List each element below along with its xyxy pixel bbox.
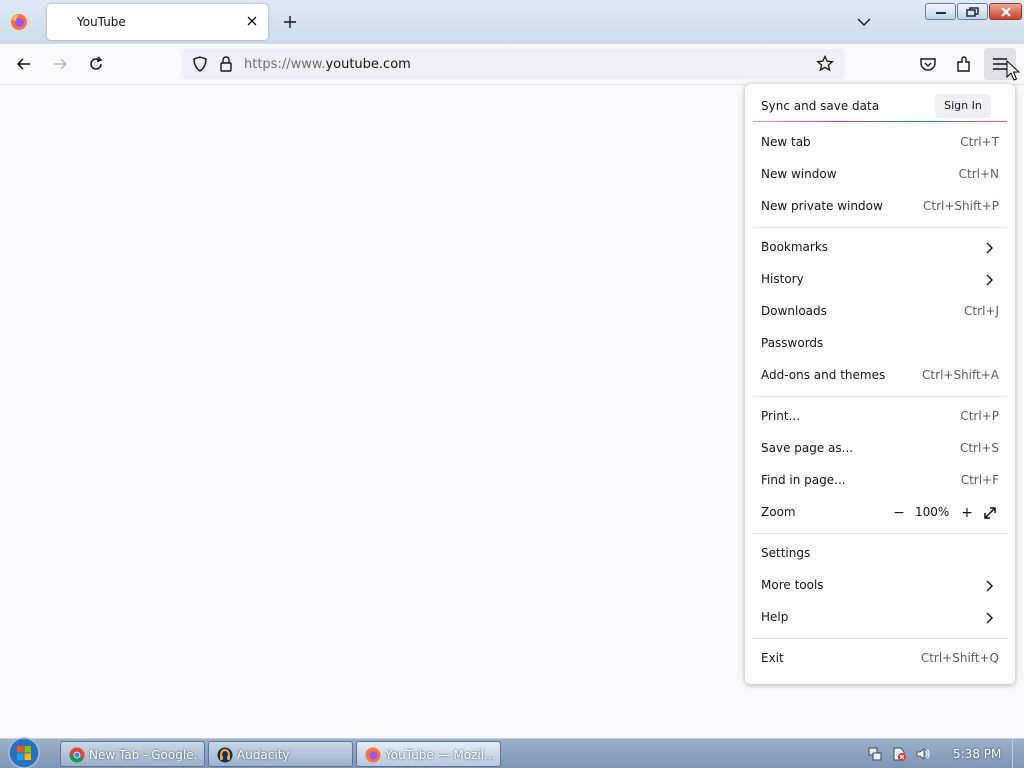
- zoom-out-button[interactable]: −: [889, 503, 909, 523]
- tab-title: YouTube: [77, 15, 126, 29]
- menu-new-private-window[interactable]: New private window Ctrl+Shift+P: [753, 191, 1007, 223]
- taskbar-item-audacity[interactable]: Audacity: [208, 741, 353, 767]
- menu-item-shortcut: Ctrl+P: [960, 409, 999, 423]
- menu-item-label: New tab: [761, 135, 811, 149]
- menu-item-label: Bookmarks: [761, 240, 829, 254]
- url-text[interactable]: https://www.youtube.com: [244, 57, 411, 72]
- menu-separator: [753, 396, 1007, 397]
- chevron-right-icon: [986, 242, 993, 254]
- menu-item-label: Add-ons and themes: [761, 368, 886, 382]
- menu-print[interactable]: Print... Ctrl+P: [753, 401, 1007, 433]
- menu-passwords[interactable]: Passwords: [753, 328, 1007, 360]
- menu-separator: [753, 533, 1007, 534]
- close-tab-icon[interactable]: [244, 13, 260, 29]
- menu-addons-themes[interactable]: Add-ons and themes Ctrl+Shift+A: [753, 360, 1007, 392]
- chrome-icon: [69, 747, 85, 763]
- sign-in-button[interactable]: Sign In: [935, 94, 991, 118]
- taskbar-item-label: Audacity: [237, 748, 290, 762]
- chevron-right-icon: [986, 580, 993, 592]
- restore-button[interactable]: [957, 3, 988, 20]
- bookmark-star-icon[interactable]: [815, 54, 835, 74]
- menu-item-shortcut: Ctrl+N: [958, 167, 999, 181]
- menu-exit[interactable]: Exit Ctrl+Shift+Q: [753, 643, 1007, 675]
- lock-icon[interactable]: [216, 54, 236, 74]
- url-bar[interactable]: https://www.youtube.com: [182, 49, 845, 79]
- menu-item-label: Exit: [761, 651, 784, 665]
- extensions-icon[interactable]: [954, 54, 974, 74]
- action-center-warning-icon[interactable]: [891, 746, 907, 762]
- menu-item-label: Downloads: [761, 304, 827, 318]
- app-menu-panel: Sync and save data Sign In New tab Ctrl+…: [745, 84, 1015, 684]
- menu-new-tab[interactable]: New tab Ctrl+T: [753, 127, 1007, 159]
- menu-separator: [753, 121, 1007, 122]
- close-window-button[interactable]: [989, 3, 1022, 20]
- url-domain: youtube.com: [325, 57, 411, 72]
- menu-downloads[interactable]: Downloads Ctrl+J: [753, 296, 1007, 328]
- shield-icon[interactable]: [190, 54, 210, 74]
- menu-item-label: Zoom: [761, 505, 796, 519]
- taskbar-item-label: New Tab - Google...: [89, 748, 199, 762]
- menu-settings[interactable]: Settings: [753, 538, 1007, 570]
- chevron-right-icon: [986, 612, 993, 624]
- zoom-level[interactable]: 100%: [915, 505, 949, 519]
- title-bar: YouTube: [0, 0, 1024, 44]
- menu-bookmarks[interactable]: Bookmarks: [753, 232, 1007, 264]
- start-button-icon[interactable]: [4, 737, 44, 768]
- tab-youtube[interactable]: YouTube: [47, 4, 268, 40]
- menu-item-label: Find in page...: [761, 473, 846, 487]
- menu-item-shortcut: Ctrl+S: [959, 441, 999, 455]
- menu-item-label: Print...: [761, 409, 801, 423]
- menu-item-label: New window: [761, 167, 837, 181]
- zoom-in-button[interactable]: +: [957, 503, 977, 523]
- menu-item-shortcut: Ctrl+Shift+A: [922, 368, 999, 382]
- menu-save-page-as[interactable]: Save page as... Ctrl+S: [753, 433, 1007, 465]
- taskbar-item-label: YouTube — Mozil...: [385, 748, 495, 762]
- minimize-button[interactable]: [925, 3, 956, 20]
- menu-sync[interactable]: Sync and save data Sign In: [753, 88, 1007, 122]
- menu-item-label: More tools: [761, 578, 824, 592]
- new-tab-icon[interactable]: [280, 12, 300, 32]
- menu-item-shortcut: Ctrl+Shift+Q: [920, 651, 999, 665]
- url-prefix: https://www.: [244, 57, 326, 72]
- list-all-tabs-icon[interactable]: [855, 13, 873, 31]
- firefox-icon: [365, 747, 381, 763]
- menu-item-label: Help: [761, 610, 789, 624]
- menu-find-in-page[interactable]: Find in page... Ctrl+F: [753, 465, 1007, 497]
- menu-item-label: Settings: [761, 546, 811, 560]
- audacity-icon: [217, 747, 233, 763]
- firefox-icon[interactable]: [10, 13, 28, 31]
- menu-zoom: Zoom − 100% +: [753, 497, 1007, 529]
- show-desktop-button[interactable]: [1012, 739, 1024, 768]
- mouse-cursor-icon: [1006, 60, 1020, 81]
- menu-item-shortcut: Ctrl+Shift+P: [923, 199, 999, 213]
- menu-item-label: History: [761, 272, 804, 286]
- zoom-controls: − 100% +: [879, 501, 999, 525]
- reload-icon[interactable]: [86, 54, 106, 74]
- menu-item-label: Save page as...: [761, 441, 854, 455]
- taskbar-item-chrome[interactable]: New Tab - Google...: [60, 741, 205, 767]
- menu-separator: [753, 227, 1007, 228]
- chevron-right-icon: [986, 274, 993, 286]
- pocket-icon[interactable]: [918, 54, 938, 74]
- taskbar: New Tab - Google... Audacity YouTube — M…: [0, 737, 1024, 768]
- volume-icon[interactable]: [915, 746, 931, 762]
- menu-more-tools[interactable]: More tools: [753, 570, 1007, 602]
- taskbar-item-firefox[interactable]: YouTube — Mozil...: [356, 741, 501, 767]
- menu-separator: [753, 638, 1007, 639]
- menu-help[interactable]: Help: [753, 602, 1007, 634]
- back-icon[interactable]: [14, 54, 34, 74]
- navigation-toolbar: https://www.youtube.com: [0, 44, 1024, 85]
- menu-item-label: Passwords: [761, 336, 824, 350]
- menu-item-shortcut: Ctrl+J: [964, 304, 999, 318]
- network-icon[interactable]: [867, 746, 883, 762]
- fullscreen-icon[interactable]: [981, 504, 999, 522]
- menu-item-shortcut: Ctrl+T: [960, 135, 999, 149]
- menu-history[interactable]: History: [753, 264, 1007, 296]
- menu-sync-label: Sync and save data: [761, 99, 880, 113]
- taskbar-clock[interactable]: 5:38 PM: [953, 747, 1001, 761]
- menu-item-label: New private window: [761, 199, 883, 213]
- forward-icon[interactable]: [50, 54, 70, 74]
- menu-new-window[interactable]: New window Ctrl+N: [753, 159, 1007, 191]
- menu-item-shortcut: Ctrl+F: [960, 473, 999, 487]
